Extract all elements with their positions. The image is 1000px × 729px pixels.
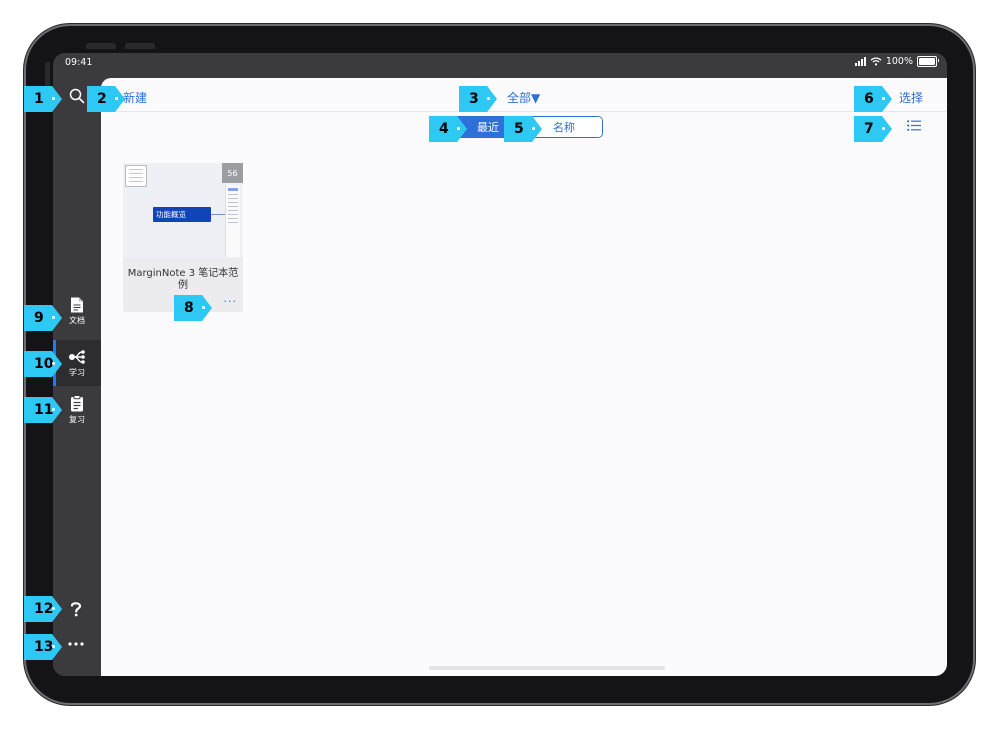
battery-icon — [917, 56, 939, 67]
clipboard-icon — [71, 395, 83, 412]
document-icon — [71, 297, 83, 312]
home-indicator — [429, 666, 665, 670]
help-icon[interactable] — [70, 601, 82, 617]
nav-review-label: 复习 — [69, 415, 85, 424]
wifi-icon — [870, 57, 882, 66]
mindmap-connector — [211, 214, 225, 215]
device-button — [86, 43, 116, 49]
status-right: 100% — [854, 56, 939, 67]
more-icon[interactable] — [68, 642, 84, 646]
ipad-frame: 09:41 100% 文档 学习 复习 新建 全部▼ 选择 最近 名称 56 功… — [24, 24, 975, 705]
new-button[interactable]: 新建 — [123, 89, 147, 106]
battery-percent: 100% — [885, 56, 913, 67]
nav-documents-label: 文档 — [69, 315, 85, 325]
mindmap-node: 功能概览 — [153, 207, 211, 222]
notebook-card[interactable]: 56 功能概览 MarginNote 3 笔记本范例 ··· — [123, 163, 243, 312]
header-divider — [101, 111, 947, 112]
search-icon[interactable] — [69, 88, 85, 104]
filter-dropdown[interactable]: 全部▼ — [507, 89, 540, 106]
list-view-icon[interactable] — [907, 120, 921, 131]
mindmap-icon — [69, 349, 85, 364]
status-bar: 09:41 100% — [53, 53, 947, 78]
status-time: 09:41 — [65, 57, 93, 68]
library-content: 新建 全部▼ 选择 最近 名称 56 功能概览 MarginNote 3 笔记本… — [101, 78, 947, 676]
device-button — [125, 43, 155, 49]
sidebar: 文档 学习 复习 — [53, 78, 101, 676]
signal-icon — [854, 57, 866, 66]
outline-panel — [225, 185, 240, 257]
notebook-thumbnail: 56 功能概览 — [123, 163, 243, 258]
select-button[interactable]: 选择 — [899, 89, 923, 106]
notebook-more-button[interactable]: ··· — [224, 296, 238, 307]
nav-documents[interactable]: 文档 — [53, 288, 101, 334]
screen: 09:41 100% 文档 学习 复习 新建 全部▼ 选择 最近 名称 56 功… — [53, 53, 947, 676]
notebook-title: MarginNote 3 笔记本范例 — [127, 268, 239, 291]
nav-study-label: 学习 — [69, 367, 85, 377]
document-thumbnail-icon — [125, 165, 147, 187]
card-count-badge: 56 — [222, 163, 243, 183]
